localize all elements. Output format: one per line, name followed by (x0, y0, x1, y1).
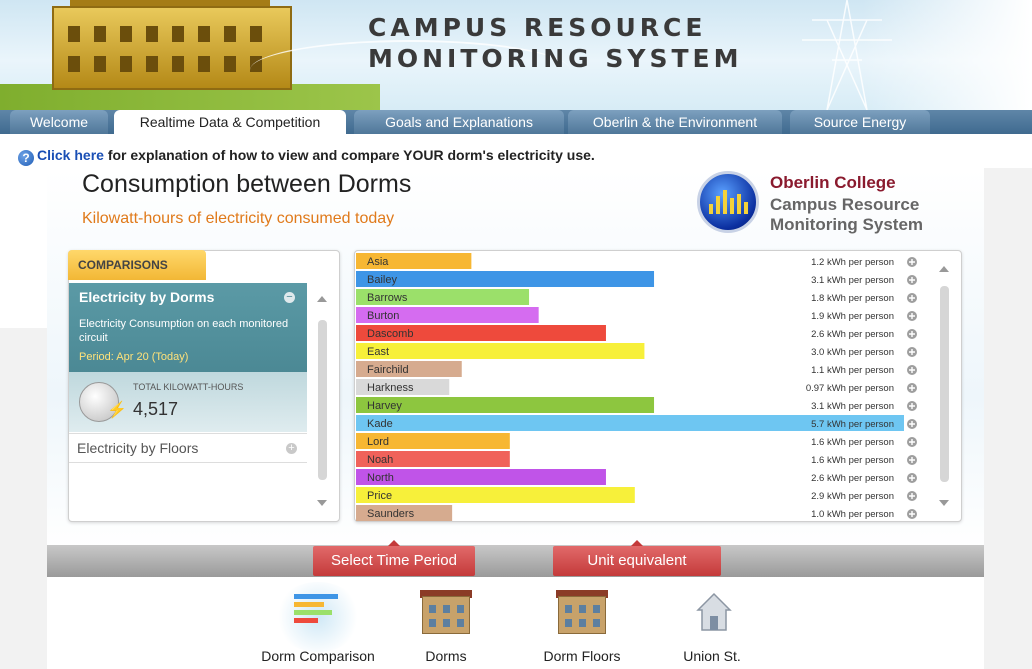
dorm-consumption-chart: Asia 1.2 kWh per person Bailey 3.1 kWh per … (356, 253, 917, 521)
nav-label: Union St. (683, 648, 741, 664)
category-label: Barrows (367, 292, 408, 304)
tab-welcome[interactable]: Welcome (10, 110, 108, 134)
value-label: 5.7 kWh per person (811, 419, 894, 430)
electricity-by-floors-item[interactable]: Electricity by Floors + (69, 433, 307, 463)
floors-label: Electricity by Floors (77, 440, 199, 456)
category-label: East (367, 346, 389, 358)
value-label: 3.1 kWh per person (811, 401, 894, 412)
value-label: 1.8 kWh per person (811, 293, 894, 304)
category-label: Harkness (367, 382, 414, 394)
chart-scroll-up-icon[interactable] (939, 266, 949, 272)
banner-title-line1: CAMPUS RESOURCE (368, 13, 707, 42)
value-label: 2.6 kWh per person (811, 473, 894, 484)
value-label: 1.6 kWh per person (811, 455, 894, 466)
category-label: Harvey (367, 400, 402, 412)
left-panel-scrollbar[interactable] (313, 286, 333, 514)
logo-system-name: Campus Resource Monitoring System (770, 195, 970, 235)
page-subtitle: Kilowatt-hours of electricity consumed t… (82, 210, 395, 227)
category-label: Fairchild (367, 364, 409, 376)
dorm-floors-building-icon (552, 588, 612, 636)
electricity-by-dorms-section[interactable]: Electricity by Dorms − Electricity Consu… (69, 283, 307, 379)
total-label: TOTAL KILOWATT-HOURS (133, 382, 244, 392)
tab-oberlin-environment[interactable]: Oberlin & the Environment (568, 110, 782, 134)
logo-line2: Campus Resource (770, 195, 920, 214)
bottom-toolbar (47, 545, 984, 577)
house-icon (682, 588, 742, 636)
header-banner: CAMPUS RESOURCE MONITORING SYSTEM (0, 0, 1032, 110)
nav-label: Dorms (425, 648, 467, 664)
total-kwh-box: ⚡ TOTAL KILOWATT-HOURS 4,517 (69, 372, 307, 432)
banner-title-line2: MONITORING SYSTEM (368, 44, 743, 73)
chart-scroll-thumb[interactable] (940, 286, 949, 482)
logo-line3: Monitoring System (770, 215, 924, 234)
value-label: 3.1 kWh per person (811, 275, 894, 286)
value-label: 0.97 kWh per person (806, 383, 894, 394)
collapse-icon[interactable]: − (284, 292, 295, 303)
comparisons-tab[interactable]: COMPARISONS (68, 250, 206, 280)
nav-label: Dorm Floors (543, 648, 621, 664)
category-label: Bailey (367, 274, 397, 286)
tab-goals[interactable]: Goals and Explanations (354, 110, 564, 134)
nav-union-st[interactable]: Union St. (652, 588, 772, 664)
scroll-up-icon[interactable] (317, 296, 327, 302)
oberlin-logo-icon (697, 171, 759, 233)
value-label: 1.9 kWh per person (811, 311, 894, 322)
category-label: Saunders (367, 508, 415, 520)
bar-bailey[interactable] (356, 271, 655, 287)
select-time-period-button[interactable]: Select Time Period (313, 540, 475, 576)
value-label: 1.0 kWh per person (811, 509, 894, 520)
lightning-icon: ⚡ (107, 402, 127, 419)
value-label: 1.6 kWh per person (811, 437, 894, 448)
chart-scrollbar[interactable] (935, 258, 955, 514)
category-label: Asia (367, 256, 389, 268)
section-description: Electricity Consumption on each monitore… (79, 318, 289, 344)
banner-title: CAMPUS RESOURCE MONITORING SYSTEM (368, 12, 788, 74)
period-label: Period: Apr 20 (Today) (79, 351, 189, 363)
logo-college-name: Oberlin College (770, 173, 896, 192)
category-label: Noah (367, 454, 393, 466)
value-label: 1.1 kWh per person (811, 365, 894, 376)
tab-realtime-data[interactable]: Realtime Data & Competition (114, 110, 346, 134)
help-text: for explanation of how to view and compa… (103, 147, 595, 163)
tab-source-energy[interactable]: Source Energy (790, 110, 930, 134)
chart-scroll-down-icon[interactable] (939, 500, 949, 506)
scroll-down-icon[interactable] (317, 500, 327, 506)
value-label: 1.2 kWh per person (811, 257, 894, 268)
unit-equivalent-button[interactable]: Unit equivalent (553, 540, 721, 576)
category-label: North (367, 472, 394, 484)
category-label: Price (367, 490, 392, 502)
total-value: 4,517 (133, 399, 179, 419)
category-label: Dascomb (367, 328, 413, 340)
help-link[interactable]: Click here (37, 147, 104, 163)
value-label: 2.9 kWh per person (811, 491, 894, 502)
expand-icon[interactable]: + (286, 443, 297, 454)
value-label: 3.0 kWh per person (811, 347, 894, 358)
page-title: Consumption between Dorms (82, 170, 412, 198)
dorm-comparison-icon (288, 588, 348, 636)
category-label: Lord (367, 436, 389, 448)
scroll-thumb[interactable] (318, 320, 327, 480)
nav-dorm-floors[interactable]: Dorm Floors (522, 588, 642, 664)
dorms-building-icon (416, 588, 476, 636)
value-label: 2.6 kWh per person (811, 329, 894, 340)
help-line: ? Click here for explanation of how to vi… (18, 147, 595, 166)
category-label: Burton (367, 310, 399, 322)
nav-dorms[interactable]: Dorms (386, 588, 506, 664)
section-title: Electricity by Dorms (79, 289, 215, 305)
nav-dorm-comparison[interactable]: Dorm Comparison (258, 582, 378, 664)
category-label: Kade (367, 418, 393, 430)
bar-price[interactable] (356, 487, 635, 503)
question-icon[interactable]: ? (18, 150, 34, 166)
bar-east[interactable] (356, 343, 645, 359)
